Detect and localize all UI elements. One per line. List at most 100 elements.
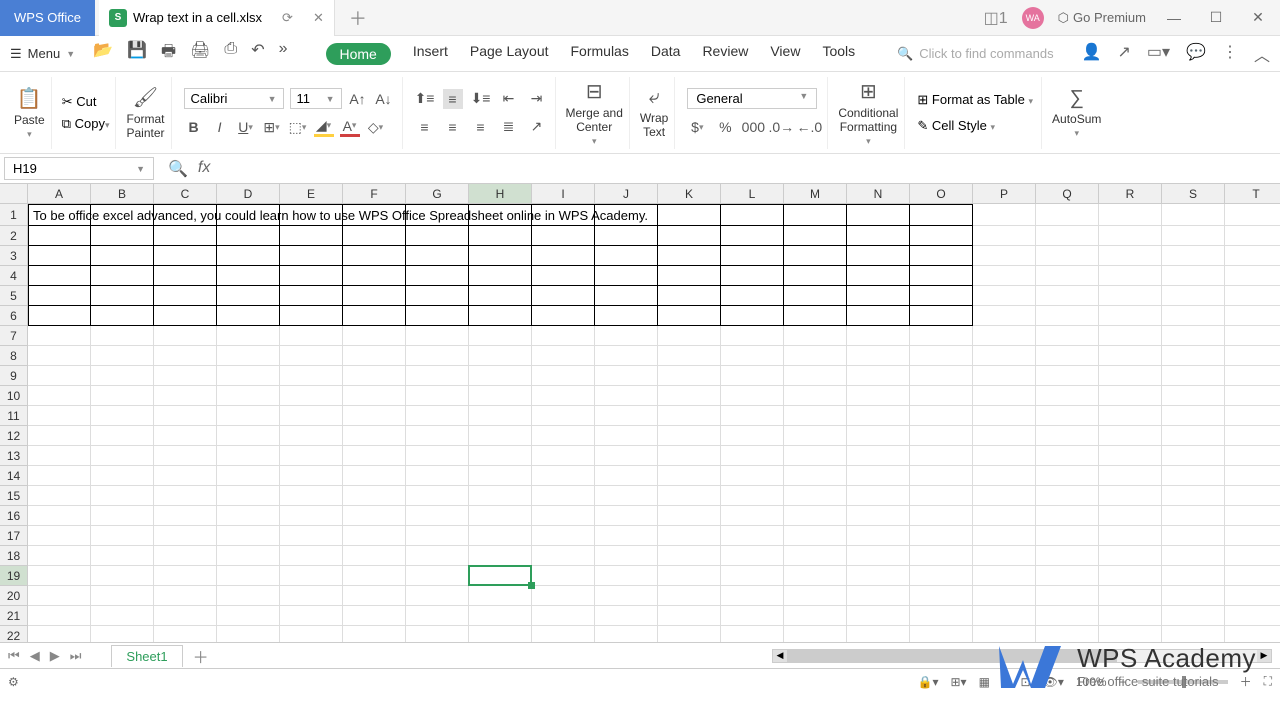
print-icon[interactable]: 🖶 [161, 40, 176, 67]
cell-style-button[interactable]: ✎ Cell Style ▾ [917, 118, 1033, 134]
cell[interactable] [784, 526, 847, 546]
cell[interactable] [1225, 306, 1280, 326]
cell[interactable] [532, 266, 595, 286]
cell[interactable] [217, 346, 280, 366]
row-header[interactable]: 10 [0, 386, 28, 406]
cell[interactable] [1162, 226, 1225, 246]
row-header[interactable]: 8 [0, 346, 28, 366]
cell[interactable] [280, 426, 343, 446]
cell[interactable] [91, 226, 154, 246]
split-window-icon[interactable]: ◫1 [984, 8, 1008, 28]
cell[interactable] [721, 566, 784, 586]
cell[interactable] [595, 246, 658, 266]
cell[interactable] [973, 486, 1036, 506]
cell[interactable] [847, 546, 910, 566]
currency-icon[interactable]: $▾ [687, 117, 707, 137]
fill-color-button[interactable]: ◢▾ [314, 117, 334, 137]
cell[interactable] [847, 306, 910, 326]
cell[interactable] [406, 626, 469, 642]
cell[interactable] [343, 546, 406, 566]
cell[interactable] [28, 426, 91, 446]
cell[interactable] [658, 626, 721, 642]
cell[interactable] [721, 306, 784, 326]
cell[interactable] [154, 466, 217, 486]
cell[interactable] [595, 366, 658, 386]
first-sheet-icon[interactable]: ⏮ [8, 648, 20, 664]
cell[interactable] [1099, 346, 1162, 366]
cell[interactable] [1162, 546, 1225, 566]
paste-button[interactable]: 📋 Paste▾ [14, 86, 45, 140]
cell[interactable] [973, 306, 1036, 326]
cell[interactable] [343, 586, 406, 606]
cell[interactable] [973, 366, 1036, 386]
cell[interactable] [910, 606, 973, 626]
cell[interactable] [406, 426, 469, 446]
cell[interactable] [973, 566, 1036, 586]
cell[interactable] [910, 306, 973, 326]
cell[interactable] [154, 446, 217, 466]
cell[interactable] [595, 626, 658, 642]
cell[interactable] [91, 586, 154, 606]
cell[interactable] [406, 326, 469, 346]
cell[interactable] [1162, 346, 1225, 366]
fill-handle[interactable] [528, 582, 535, 589]
cell[interactable] [28, 266, 91, 286]
cell[interactable] [1162, 526, 1225, 546]
column-header[interactable]: K [658, 184, 721, 204]
cell[interactable] [217, 606, 280, 626]
comma-icon[interactable]: 000 [743, 117, 763, 137]
cell[interactable] [532, 226, 595, 246]
cell[interactable] [784, 426, 847, 446]
row-header[interactable]: 2 [0, 226, 28, 246]
cell[interactable] [973, 586, 1036, 606]
cell[interactable] [532, 626, 595, 642]
cell[interactable] [532, 586, 595, 606]
cell[interactable] [343, 306, 406, 326]
column-header[interactable]: E [280, 184, 343, 204]
cell[interactable] [280, 466, 343, 486]
cell[interactable] [1099, 446, 1162, 466]
row-header[interactable]: 14 [0, 466, 28, 486]
align-left-icon[interactable]: ≡ [415, 117, 435, 137]
row-header[interactable]: 4 [0, 266, 28, 286]
cell[interactable] [658, 246, 721, 266]
row-header[interactable]: 21 [0, 606, 28, 626]
cell[interactable] [658, 586, 721, 606]
cell[interactable] [532, 306, 595, 326]
cell[interactable] [406, 286, 469, 306]
cell[interactable] [91, 606, 154, 626]
cell[interactable] [1036, 386, 1099, 406]
last-sheet-icon[interactable]: ⏭ [70, 648, 82, 664]
tab-review[interactable]: Review [702, 43, 748, 65]
cell[interactable] [28, 506, 91, 526]
cell[interactable] [1162, 466, 1225, 486]
print-area-icon[interactable]: ⎙ [224, 40, 237, 67]
maximize-button[interactable]: ☐ [1202, 9, 1230, 26]
cell[interactable] [1225, 326, 1280, 346]
cell[interactable] [217, 326, 280, 346]
cell[interactable] [28, 546, 91, 566]
column-header[interactable]: H [469, 184, 532, 204]
cell[interactable] [532, 546, 595, 566]
cell[interactable] [406, 346, 469, 366]
cell[interactable] [721, 246, 784, 266]
cell[interactable] [847, 446, 910, 466]
cell[interactable] [1099, 606, 1162, 626]
clear-format-button[interactable]: ◇▾ [366, 117, 386, 137]
cell[interactable] [1099, 586, 1162, 606]
cell[interactable] [595, 406, 658, 426]
cell[interactable] [973, 426, 1036, 446]
scroll-left-arrow[interactable]: ◀ [773, 650, 787, 662]
cell[interactable] [343, 386, 406, 406]
cell[interactable] [343, 366, 406, 386]
percent-icon[interactable]: % [715, 117, 735, 137]
column-header[interactable]: B [91, 184, 154, 204]
cell[interactable] [658, 406, 721, 426]
row-header[interactable]: 7 [0, 326, 28, 346]
tab-tools[interactable]: Tools [822, 43, 855, 65]
cell[interactable] [469, 246, 532, 266]
cell[interactable] [721, 466, 784, 486]
cell[interactable] [784, 406, 847, 426]
cell[interactable] [532, 526, 595, 546]
cell[interactable] [595, 286, 658, 306]
